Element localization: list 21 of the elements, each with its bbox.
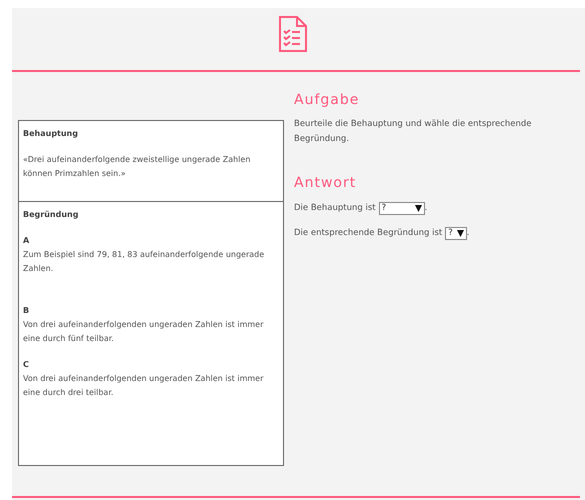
caret-icon [456, 230, 464, 238]
section-title: Antwort [294, 174, 358, 192]
period-text: . [424, 202, 428, 216]
dropdown-field[interactable]: ? [378, 202, 425, 216]
section-heading: Begründung [23, 209, 80, 221]
period-text: . [466, 227, 470, 240]
field-label: Die Behauptung ist [294, 202, 376, 216]
section-heading: Behauptung [23, 128, 79, 140]
option-letter: B [23, 305, 30, 317]
caret-icon [414, 205, 422, 212]
task-text: Beurteile die Behauptung und wähle die entsprechende Begründung. [294, 118, 533, 146]
option-text: Von drei aufeinanderfolgenden ungeraden Zahlen ist immer eine durch drei teilbar. [23, 373, 264, 399]
option-text: Von drei aufeinanderfolgenden ungeraden Zahlen ist immer eine durch fünf teilbar. [23, 319, 264, 345]
checklist-document-icon [278, 15, 308, 53]
field-label: Die entsprechende Begründung ist [294, 227, 442, 240]
option-letter: A [23, 235, 30, 247]
dropdown-field[interactable]: ? [445, 227, 467, 240]
claim-text: «Drei aufeinanderfolgende zweistellige ungerade Zahlen können Primzahlen sein.» [23, 154, 252, 180]
option-letter: C [23, 359, 30, 371]
option-text: Zum Beispiel sind 79, 81, 83 aufeinanderfolgende ungerade Zahlen. [23, 249, 266, 275]
section-title: Aufgabe [294, 92, 360, 109]
